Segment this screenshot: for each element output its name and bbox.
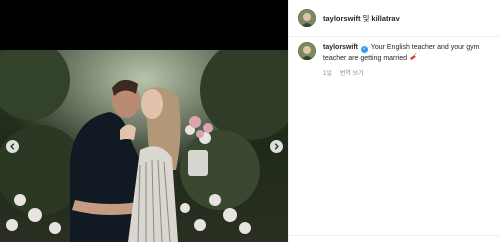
instagram-post: taylorswift 및 killatrav taylorswift ✓ Your… xyxy=(0,0,500,242)
caption-text-block: taylorswift ✓ Your English teacher and y… xyxy=(323,42,494,64)
chevron-left-icon xyxy=(10,143,15,150)
caption-username-link[interactable]: taylorswift xyxy=(323,44,358,51)
avatar[interactable] xyxy=(298,42,316,60)
caption-timestamp: 1일 xyxy=(323,71,332,77)
header-separator: 및 xyxy=(362,13,370,23)
previous-photo-button[interactable] xyxy=(6,140,19,153)
caption-comment: taylorswift ✓ Your English teacher and y… xyxy=(298,42,494,77)
panel-footer-divider xyxy=(289,235,500,242)
avatar[interactable] xyxy=(298,9,316,27)
verified-icon: ✓ xyxy=(360,46,368,53)
post-photo xyxy=(0,50,288,242)
dynamite-icon xyxy=(410,53,417,60)
post-header-title: taylorswift 및 killatrav xyxy=(323,13,400,24)
couple-photo xyxy=(0,50,288,242)
post-media xyxy=(0,0,288,242)
post-side-panel: taylorswift 및 killatrav taylorswift ✓ Your… xyxy=(288,0,500,242)
header-username-link[interactable]: taylorswift xyxy=(323,14,361,23)
post-header: taylorswift 및 killatrav xyxy=(289,0,500,37)
translate-link[interactable]: 번역 보기 xyxy=(340,71,364,77)
next-photo-button[interactable] xyxy=(270,140,283,153)
header-collaborator-link[interactable]: killatrav xyxy=(371,14,399,23)
chevron-right-icon xyxy=(274,143,279,150)
caption-meta: 1일 번역 보기 xyxy=(323,68,494,77)
